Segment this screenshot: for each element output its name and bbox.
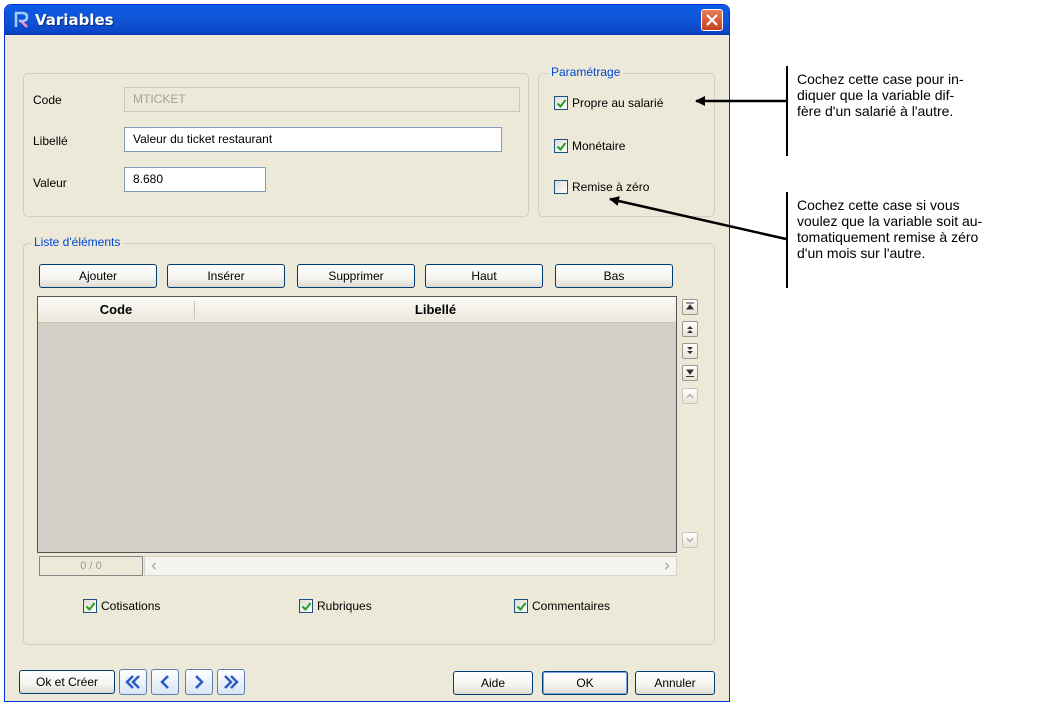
annotation-arrows <box>609 96 787 241</box>
arrow-to-remise-zero <box>609 196 787 241</box>
